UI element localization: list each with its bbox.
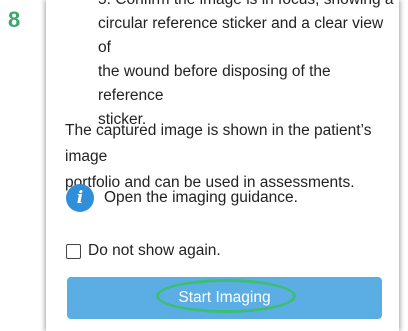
do-not-show-again-label[interactable]: Do not show again. — [88, 242, 221, 260]
imaging-guidance-label[interactable]: Open the imaging guidance. — [104, 189, 298, 207]
start-imaging-label[interactable]: Start Imaging — [178, 289, 270, 307]
step-number: 8 — [8, 7, 21, 32]
description-line-1: The captured image is shown in the patie… — [65, 122, 372, 165]
page: 8 5. Confirm the image is in focus, show… — [0, 0, 408, 331]
list-item-number: 5. — [98, 0, 111, 8]
start-imaging-button[interactable]: Start Imaging — [67, 277, 382, 319]
instruction-line-2: circular reference sticker and a clear v… — [98, 15, 384, 56]
imaging-guidance-link[interactable]: i Open the imaging guidance. — [66, 180, 298, 216]
instruction-line-3: the wound before disposing of the refere… — [98, 63, 331, 104]
do-not-show-again-checkbox[interactable] — [66, 243, 81, 259]
instruction-list-item-5: 5. Confirm the image is in focus, showin… — [98, 0, 398, 132]
do-not-show-again-row[interactable]: Do not show again. — [66, 240, 221, 262]
instruction-line-1: 5. Confirm the image is in focus, showin… — [98, 0, 398, 12]
info-icon[interactable]: i — [66, 184, 94, 212]
imaging-dialog-panel: 5. Confirm the image is in focus, showin… — [46, 0, 399, 331]
